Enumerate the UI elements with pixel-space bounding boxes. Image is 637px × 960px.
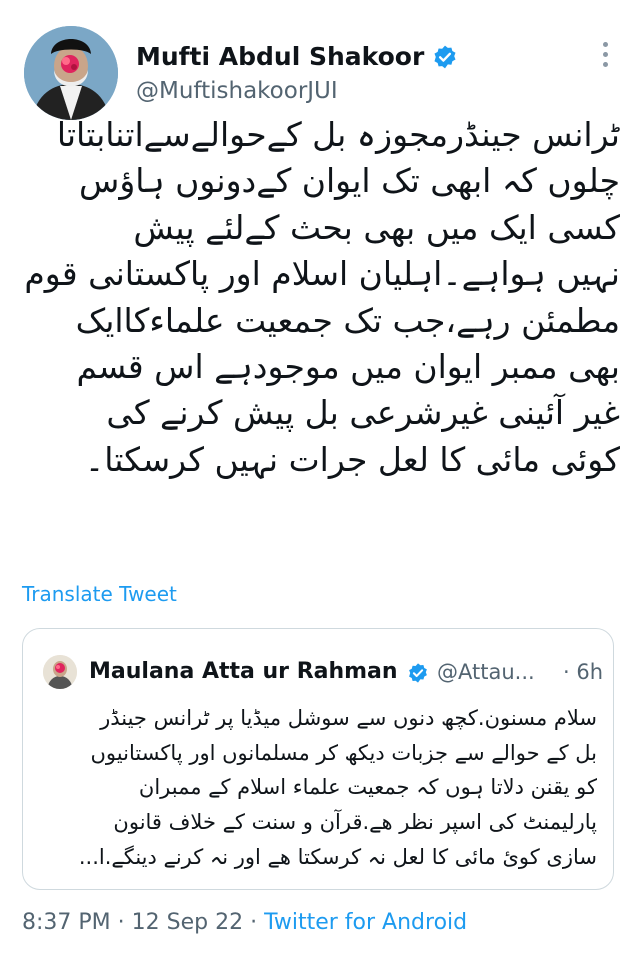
- tweet-line: چلوں کہ ابھی تک ایوان کےدونوں ہاؤس: [79, 161, 620, 201]
- quoted-line: سلام مسنون.کچھ دنوں سے سوشل میڈیا پر ٹرا…: [100, 706, 597, 730]
- verified-badge-icon: [434, 45, 456, 68]
- quoted-time: 6h: [576, 660, 604, 684]
- author-avatar[interactable]: [24, 26, 118, 120]
- quoted-line: کو یقنن دلاتا ہوں کہ جمعیت علماء اسلام ک…: [138, 775, 597, 800]
- profile-photo-icon: [43, 655, 77, 689]
- tweet-line: کوئی مائی کا لعل جرات نہیں کرسکتا۔: [84, 439, 620, 479]
- author-handle[interactable]: @MuftishakoorJUI: [136, 78, 338, 104]
- quoted-author-handle[interactable]: @Attau...: [437, 660, 535, 684]
- tweet-line: مطمئن رہے،جب تک جمعیت علماءکاایک: [75, 300, 620, 340]
- quoted-line: پارلیمنٹ کی اسپر نظر ھے.قرآن و سنت کے خل…: [113, 810, 597, 835]
- more-options-icon[interactable]: [600, 42, 610, 72]
- tweet-date[interactable]: 12 Sep 22: [132, 910, 243, 935]
- verified-badge-icon: [409, 663, 427, 683]
- quoted-tweet[interactable]: Maulana Atta ur Rahman @Attau... · 6h سل…: [22, 628, 614, 890]
- quoted-line: سازی کوئ مائی کا لعل نہ کرسکتا ھے اور نہ…: [78, 844, 597, 869]
- tweet-time[interactable]: 8:37 PM: [22, 910, 111, 935]
- tweet-text: ٹرانس جینڈرمجوزہ بل کےحوالےسےاتنابتاتا چ…: [20, 112, 620, 483]
- separator-dot: ·: [563, 660, 570, 684]
- separator-dot: ·: [110, 910, 132, 935]
- quoted-timestamp[interactable]: · 6h: [563, 660, 603, 684]
- quoted-tweet-text: سلام مسنون.کچھ دنوں سے سوشل میڈیا پر ٹرا…: [41, 701, 597, 875]
- tweet-line: غیر آئینی غیرشرعی بل پیش کرنے کی: [106, 393, 620, 433]
- translate-tweet-link[interactable]: Translate Tweet: [22, 582, 177, 606]
- tweet-metadata: 8:37 PM · 12 Sep 22 · Twitter for Androi…: [22, 910, 467, 935]
- quoted-author-avatar[interactable]: [43, 655, 77, 689]
- tweet-line: کسی ایک میں بھی بحث کےلئے پیش: [133, 207, 620, 247]
- tweet-line: نہیں ہواہے۔اہلیان اسلام اور پاکستانی قوم: [24, 254, 620, 294]
- quoted-author-name[interactable]: Maulana Atta ur Rahman: [89, 659, 398, 684]
- quoted-line: بل کے حوالے سے جزبات دیکھ کر مسلمانوں او…: [90, 740, 598, 765]
- tweet-line: ٹرانس جینڈرمجوزہ بل کےحوالےسےاتنابتاتا: [56, 115, 620, 154]
- author-name[interactable]: Mufti Abdul Shakoor: [136, 42, 424, 71]
- tweet-source-link[interactable]: Twitter for Android: [264, 910, 467, 935]
- tweet-header: Mufti Abdul Shakoor @MuftishakoorJUI: [24, 22, 620, 122]
- author-name-row: Mufti Abdul Shakoor: [136, 42, 458, 71]
- profile-photo-icon: [24, 26, 118, 120]
- tweet-line: بھی ممبر ایوان میں موجودہے اس قسم: [76, 347, 621, 387]
- separator-dot: ·: [243, 910, 265, 935]
